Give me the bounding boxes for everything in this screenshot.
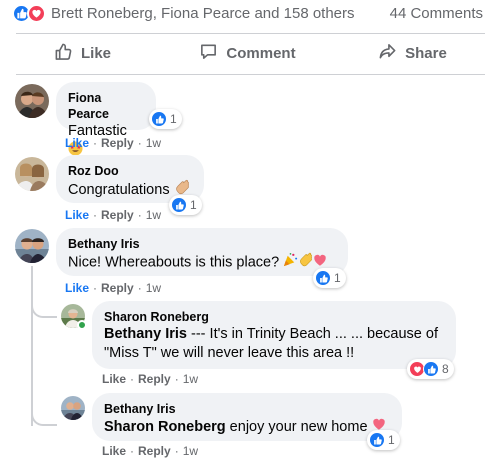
reaction-count: 1 bbox=[388, 433, 395, 447]
like-button[interactable]: Like bbox=[0, 37, 165, 69]
reply-bubble: Bethany Iris Sharon Roneberg enjoy your … bbox=[92, 393, 402, 441]
thread-connector bbox=[31, 400, 57, 426]
comment-timestamp[interactable]: 1w bbox=[146, 208, 161, 222]
comment-bubble: Fiona Pearce Fantastic bbox=[56, 82, 156, 156]
comment-meta: Like · Reply · 1w bbox=[65, 281, 161, 295]
comment-reactions[interactable]: 1 bbox=[149, 109, 182, 129]
party-popper-icon bbox=[283, 252, 298, 273]
dot-separator: · bbox=[93, 208, 98, 222]
comment-reactions[interactable]: 1 bbox=[169, 195, 202, 215]
love-icon bbox=[27, 3, 46, 23]
avatar[interactable] bbox=[15, 84, 49, 118]
reply-reactions[interactable]: 1 bbox=[367, 430, 400, 450]
reply-author[interactable]: Bethany Iris bbox=[104, 401, 390, 417]
like-icon bbox=[315, 270, 331, 286]
reply-body: enjoy your new home bbox=[225, 418, 368, 435]
share-arrow-icon bbox=[378, 42, 397, 65]
like-icon bbox=[171, 197, 187, 213]
share-label: Share bbox=[405, 44, 447, 62]
reaction-count: 1 bbox=[170, 112, 177, 126]
reply-bubble: Sharon Roneberg Bethany Iris --- It's in… bbox=[92, 301, 456, 369]
reply-reply-link[interactable]: Reply bbox=[138, 372, 171, 386]
reply-text-line2: "Miss T" we will never leave this area !… bbox=[104, 345, 355, 361]
dot-separator: · bbox=[174, 372, 179, 386]
comment-count[interactable]: 44 Comments bbox=[390, 5, 483, 22]
reply-reply-link[interactable]: Reply bbox=[138, 444, 171, 458]
comment-author[interactable]: Roz Doo bbox=[68, 163, 192, 179]
comment-label: Comment bbox=[226, 44, 296, 62]
reply-like-link[interactable]: Like bbox=[102, 444, 126, 458]
like-icon bbox=[423, 361, 439, 377]
comment-author[interactable]: Bethany Iris bbox=[68, 236, 336, 252]
comment-reply-link[interactable]: Reply bbox=[101, 208, 134, 222]
comment-like-link[interactable]: Like bbox=[65, 208, 89, 222]
comment-body: Congratulations bbox=[68, 181, 170, 198]
share-button[interactable]: Share bbox=[330, 37, 495, 69]
reaction-icons[interactable] bbox=[12, 3, 46, 23]
thumbs-up-icon bbox=[54, 42, 73, 65]
reaction-count: 1 bbox=[190, 198, 197, 212]
reply-author[interactable]: Sharon Roneberg bbox=[104, 309, 444, 325]
divider-top bbox=[16, 33, 485, 34]
comment-reply-link[interactable]: Reply bbox=[101, 136, 134, 150]
action-bar: Like Comment Share bbox=[0, 37, 495, 69]
comment-body: Nice! Whereabouts is this place? bbox=[68, 254, 280, 271]
comment-bubble: Bethany Iris Nice! Whereabouts is this p… bbox=[56, 228, 348, 276]
reaction-count: 1 bbox=[334, 271, 341, 285]
comment-timestamp[interactable]: 1w bbox=[146, 281, 161, 295]
comment-button[interactable]: Comment bbox=[165, 37, 330, 69]
comment-meta: Like · Reply · 1w bbox=[65, 136, 161, 150]
reactors-names[interactable]: Brett Roneberg, Fiona Pearce and 158 oth… bbox=[51, 5, 355, 22]
reply-timestamp[interactable]: 1w bbox=[183, 444, 198, 458]
avatar[interactable] bbox=[61, 396, 85, 420]
reply-text: Sharon Roneberg enjoy your new home bbox=[104, 417, 390, 437]
dot-separator: · bbox=[93, 281, 98, 295]
reply-timestamp[interactable]: 1w bbox=[183, 372, 198, 386]
comment-text: Nice! Whereabouts is this place? bbox=[68, 252, 336, 273]
reply-text: Bethany Iris --- It's in Trinity Beach .… bbox=[104, 325, 444, 344]
comment-reply-link[interactable]: Reply bbox=[101, 281, 134, 295]
online-status-dot bbox=[77, 320, 87, 330]
comment-bubble-icon bbox=[199, 42, 218, 65]
dot-separator: · bbox=[137, 281, 142, 295]
dot-separator: · bbox=[130, 372, 135, 386]
mention-link[interactable]: Sharon Roneberg bbox=[104, 419, 226, 435]
comment-like-link[interactable]: Like bbox=[65, 136, 89, 150]
reaction-count: 8 bbox=[442, 362, 449, 376]
comment-like-link[interactable]: Like bbox=[65, 281, 89, 295]
dot-separator: · bbox=[93, 136, 98, 150]
like-icon bbox=[151, 111, 167, 127]
reply-body: --- It's in Trinity Beach ... ... becaus… bbox=[187, 326, 438, 342]
reply-meta: Like · Reply · 1w bbox=[102, 444, 198, 458]
mention-link[interactable]: Bethany Iris bbox=[104, 326, 187, 342]
like-label: Like bbox=[80, 44, 111, 62]
dot-separator: · bbox=[137, 208, 142, 222]
reply-meta: Like · Reply · 1w bbox=[102, 372, 198, 386]
reply-reactions[interactable]: 8 bbox=[407, 359, 454, 379]
reply-like-link[interactable]: Like bbox=[102, 372, 126, 386]
avatar[interactable] bbox=[15, 229, 49, 263]
comment-reactions[interactable]: 1 bbox=[313, 268, 346, 288]
divider-bottom bbox=[16, 74, 485, 75]
comment-author[interactable]: Fiona Pearce bbox=[68, 90, 144, 122]
comment-meta: Like · Reply · 1w bbox=[65, 208, 161, 222]
dot-separator: · bbox=[137, 136, 142, 150]
avatar[interactable] bbox=[15, 157, 49, 191]
dot-separator: · bbox=[130, 444, 135, 458]
like-icon bbox=[369, 432, 385, 448]
clapping-hands-icon bbox=[298, 252, 313, 273]
dot-separator: · bbox=[174, 444, 179, 458]
reaction-summary[interactable]: Brett Roneberg, Fiona Pearce and 158 oth… bbox=[6, 0, 489, 26]
comment-timestamp[interactable]: 1w bbox=[146, 136, 161, 150]
thread-connector bbox=[31, 296, 57, 318]
